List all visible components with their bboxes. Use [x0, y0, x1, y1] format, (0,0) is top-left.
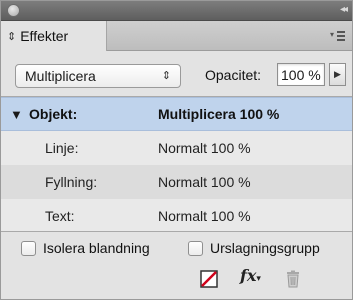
- panel-menu-icon[interactable]: ▾: [330, 29, 346, 43]
- panel-title-bar[interactable]: ◂◂: [1, 1, 352, 21]
- list-item-linje[interactable]: Linje: Normalt 100 %: [1, 131, 352, 165]
- updown-arrows-icon: ⇕: [7, 30, 17, 43]
- fx-label: fx: [240, 266, 257, 285]
- triangle-right-icon: ▶: [334, 69, 341, 79]
- checkbox-box[interactable]: [21, 240, 36, 256]
- list-item-text[interactable]: Text: Normalt 100 %: [1, 199, 352, 233]
- opacity-popup-button[interactable]: ▶: [329, 63, 346, 86]
- list-item-label: Text:: [45, 208, 75, 224]
- list-item-fyllning[interactable]: Fyllning: Normalt 100 %: [1, 165, 352, 199]
- list-item-label: Objekt:: [29, 106, 78, 122]
- list-item-label: Fyllning:: [45, 174, 98, 190]
- panel-tab-row: ⇕ Effekter ▾: [1, 21, 352, 51]
- clear-effects-icon[interactable]: [200, 270, 222, 290]
- checkbox-label: Urslagningsgrupp: [210, 240, 320, 256]
- blend-mode-value: Multiplicera: [25, 68, 96, 84]
- isolate-blending-checkbox[interactable]: Isolera blandning: [21, 240, 150, 256]
- blend-mode-select[interactable]: Multiplicera ⇕: [15, 64, 181, 88]
- double-arrow-icon[interactable]: ◂◂: [340, 4, 348, 15]
- list-item-value: Normalt 100 %: [158, 140, 251, 156]
- list-item-objekt[interactable]: ▼ Objekt: Multiplicera 100 %: [1, 97, 352, 131]
- fx-icon[interactable]: fx▾: [240, 266, 262, 286]
- list-item-value: Normalt 100 %: [158, 208, 251, 224]
- disclosure-triangle-icon[interactable]: ▼: [10, 107, 23, 122]
- knockout-group-checkbox[interactable]: Urslagningsgrupp: [188, 240, 320, 256]
- updown-arrows-icon: ⇕: [161, 70, 171, 82]
- tab-effekter[interactable]: ⇕ Effekter: [1, 21, 107, 51]
- tab-label: Effekter: [20, 28, 69, 44]
- close-icon[interactable]: [7, 4, 20, 17]
- target-list: ▼ Objekt: Multiplicera 100 % Linje: Norm…: [1, 96, 352, 232]
- blend-controls: Multiplicera ⇕ Opacitet: 100 % ▶: [1, 52, 352, 96]
- blend-options: Isolera blandning Urslagningsgrupp: [1, 233, 352, 261]
- list-item-label: Linje:: [45, 140, 79, 156]
- bottom-toolbar: fx▾: [1, 261, 352, 299]
- checkbox-box[interactable]: [188, 240, 203, 256]
- list-item-value: Normalt 100 %: [158, 174, 251, 190]
- opacity-label: Opacitet:: [205, 67, 262, 83]
- list-item-value: Multiplicera 100 %: [158, 106, 280, 122]
- checkbox-label: Isolera blandning: [43, 240, 150, 256]
- effects-panel: ◂◂ ⇕ Effekter ▾ Multiplicera ⇕ Opacitet:…: [0, 0, 353, 300]
- trash-icon[interactable]: [285, 270, 307, 290]
- opacity-field[interactable]: 100 %: [277, 63, 325, 86]
